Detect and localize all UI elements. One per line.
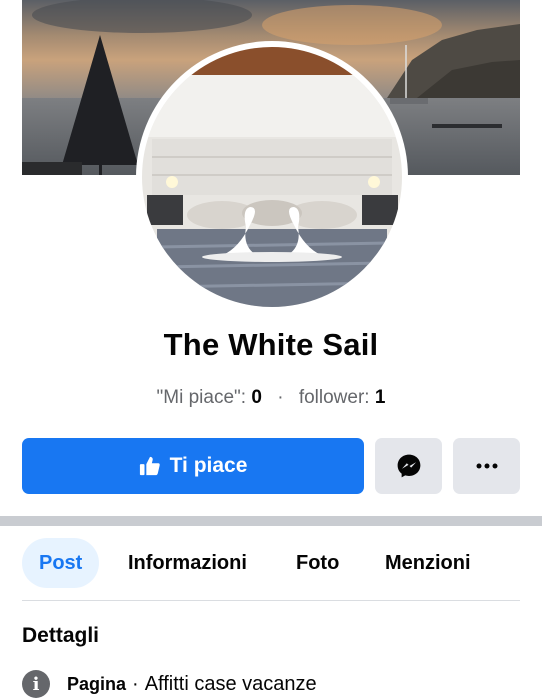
tab-informazioni[interactable]: Informazioni (128, 538, 247, 588)
details-heading: Dettagli (22, 624, 100, 647)
followers-label: follower: (298, 387, 370, 408)
page-stats: "Mi piace": 0 · follower: 1 (0, 387, 542, 409)
like-button-label: Ti piace (169, 454, 248, 477)
messenger-button[interactable] (375, 438, 442, 494)
profile-photo-bedroom (142, 47, 402, 307)
detail-label: Pagina (67, 673, 127, 694)
followers-count: 1 (374, 387, 386, 408)
info-icon: i (22, 670, 50, 698)
detail-separator: · (132, 672, 139, 695)
facebook-page-profile: The White Sail "Mi piace": 0 · follower:… (0, 0, 542, 700)
tab-menzioni[interactable]: Menzioni (385, 538, 471, 588)
tab-post[interactable]: Post (22, 538, 100, 588)
messenger-icon (397, 454, 420, 478)
more-dots-icon (476, 463, 497, 469)
stats-separator: · (277, 387, 284, 408)
more-options-button[interactable] (453, 438, 520, 494)
detail-value[interactable]: Affitti case vacanze (145, 673, 317, 696)
likes-count: 0 (251, 387, 262, 408)
detail-category-row: i Pagina · Affitti case vacanze (22, 668, 317, 700)
page-title: The White Sail (163, 327, 379, 362)
tab-foto[interactable]: Foto (296, 538, 339, 588)
likes-label: "Mi piace": (156, 387, 247, 408)
section-divider (0, 516, 542, 526)
thumbs-up-icon (139, 456, 160, 476)
tabs-divider (22, 600, 520, 601)
like-page-button[interactable]: Ti piace (22, 438, 364, 494)
profile-picture[interactable] (136, 41, 408, 313)
